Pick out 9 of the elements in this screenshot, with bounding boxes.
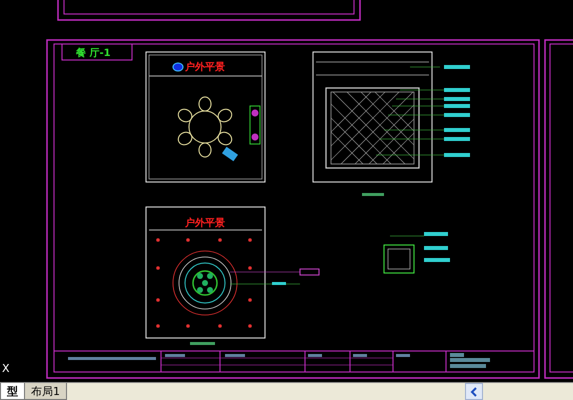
layout-tab[interactable]: 型 [0, 383, 25, 400]
layout-tab[interactable]: 布局1 [24, 383, 67, 400]
plan-title: 户外平景 [185, 62, 225, 73]
axis-label: X [2, 362, 10, 375]
detail-drawing [384, 232, 450, 274]
chevron-left-icon [469, 386, 479, 396]
sheet-title: 餐 厅-1 [76, 48, 111, 59]
scroll-left-button[interactable] [465, 383, 483, 400]
plan-title: 户外平景 [185, 218, 225, 229]
